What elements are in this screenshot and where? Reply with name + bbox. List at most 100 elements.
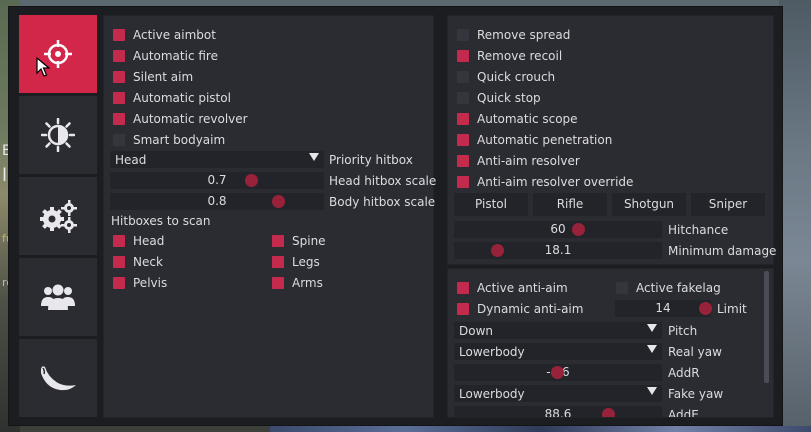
tab-aimbot[interactable] [19, 15, 97, 93]
shotgun-button[interactable]: Shotgun [612, 193, 686, 216]
checkbox-box[interactable] [457, 92, 469, 104]
dropdown-value: Lowerbody [459, 344, 525, 359]
tab-misc[interactable] [19, 177, 97, 255]
priority-hitbox-dropdown[interactable]: Head [110, 151, 324, 168]
chevron-down-icon [647, 387, 657, 395]
aimbot-panel: Active aimbot Automatic fire Silent aim … [103, 15, 436, 418]
real-yaw-dropdown[interactable]: Lowerbody [454, 343, 662, 360]
remove-recoil-checkbox[interactable]: Remove recoil [457, 47, 562, 65]
fake-yaw-dropdown[interactable]: Lowerbody [454, 385, 662, 402]
dropdown-value: Lowerbody [459, 386, 525, 401]
checkbox-box[interactable] [113, 235, 125, 247]
checkbox-box[interactable] [457, 303, 469, 315]
automatic-pistol-checkbox[interactable]: Automatic pistol [113, 89, 231, 107]
slider-knob[interactable] [272, 195, 285, 208]
dropdown-value: Head [115, 152, 147, 167]
hitbox-arms-checkbox[interactable]: Arms [272, 274, 323, 292]
checkbox-label: Automatic fire [133, 49, 218, 63]
real-yaw-label: Real yaw [668, 345, 722, 359]
slider-value: 60 [550, 222, 566, 236]
quick-stop-checkbox[interactable]: Quick stop [457, 89, 541, 107]
sniper-button[interactable]: Sniper [691, 193, 765, 216]
checkbox-box[interactable] [113, 50, 125, 62]
checkbox-box[interactable] [616, 282, 628, 294]
gears-icon [40, 200, 77, 233]
adde-slider[interactable]: 88.6 [454, 406, 662, 418]
hitchance-label: Hitchance [668, 223, 729, 237]
active-antiaim-checkbox[interactable]: Active anti-aim [457, 279, 568, 297]
limit-label: Limit [717, 302, 747, 316]
checkbox-box[interactable] [272, 277, 284, 289]
checkbox-box[interactable] [113, 71, 125, 83]
slider-knob[interactable] [602, 408, 615, 417]
checkbox-box[interactable] [272, 235, 284, 247]
checkbox-label: Dynamic anti-aim [477, 302, 584, 316]
silent-aim-checkbox[interactable]: Silent aim [113, 68, 193, 86]
checkbox-label: Head [133, 234, 165, 248]
fake-yaw-label: Fake yaw [668, 387, 724, 401]
slider-value: 0.8 [207, 194, 227, 208]
minimum-damage-slider[interactable]: 18.1 [454, 242, 662, 259]
hitbox-neck-checkbox[interactable]: Neck [113, 253, 163, 271]
checkbox-box[interactable] [457, 29, 469, 41]
hitbox-spine-checkbox[interactable]: Spine [272, 232, 326, 250]
users-icon [41, 284, 75, 310]
addr-slider[interactable]: -4.6 [454, 364, 662, 381]
checkbox-box[interactable] [113, 134, 125, 146]
automatic-scope-checkbox[interactable]: Automatic scope [457, 110, 578, 128]
slider-value: 88.6 [544, 407, 572, 418]
checkbox-box[interactable] [113, 256, 125, 268]
slider-knob[interactable] [572, 223, 585, 236]
automatic-fire-checkbox[interactable]: Automatic fire [113, 47, 218, 65]
hitchance-slider[interactable]: 60 [454, 221, 662, 238]
dynamic-antiaim-checkbox[interactable]: Dynamic anti-aim [457, 300, 583, 318]
checkbox-box[interactable] [113, 92, 125, 104]
checkbox-label: Quick crouch [477, 70, 556, 84]
hitbox-head-checkbox[interactable]: Head [113, 232, 164, 250]
checkbox-box[interactable] [457, 134, 469, 146]
checkbox-box[interactable] [113, 113, 125, 125]
accuracy-panel: Remove spread Remove recoil Quick crouch… [447, 15, 777, 265]
checkbox-box[interactable] [457, 282, 469, 294]
pitch-label: Pitch [668, 324, 698, 338]
remove-spread-checkbox[interactable]: Remove spread [457, 26, 570, 44]
automatic-penetration-checkbox[interactable]: Automatic penetration [457, 131, 612, 149]
checkbox-label: Spine [292, 234, 326, 248]
checkbox-box[interactable] [457, 50, 469, 62]
checkbox-label: Quick stop [477, 91, 541, 105]
slider-knob[interactable] [491, 244, 504, 257]
slider-knob[interactable] [245, 174, 258, 187]
smart-bodyaim-checkbox[interactable]: Smart bodyaim [113, 131, 225, 149]
panel-scrollbar[interactable] [764, 271, 769, 383]
fakelag-limit-slider[interactable]: 14 [615, 300, 712, 317]
checkbox-box[interactable] [457, 176, 469, 188]
antiaim-resolver-checkbox[interactable]: Anti-aim resolver [457, 152, 580, 170]
checkbox-box[interactable] [113, 29, 125, 41]
slider-knob[interactable] [551, 366, 564, 379]
active-aimbot-checkbox[interactable]: Active aimbot [113, 26, 216, 44]
quick-crouch-checkbox[interactable]: Quick crouch [457, 68, 555, 86]
pitch-dropdown[interactable]: Down [454, 322, 662, 339]
hitbox-pelvis-checkbox[interactable]: Pelvis [113, 274, 167, 292]
checkbox-label: Legs [292, 255, 320, 269]
minimum-damage-label: Minimum damage [668, 244, 777, 258]
tab-visuals[interactable] [19, 96, 97, 174]
checkbox-box[interactable] [457, 155, 469, 167]
head-hitbox-scale-slider[interactable]: 0.7 [110, 172, 324, 189]
active-fakelag-checkbox[interactable]: Active fakelag [616, 279, 721, 297]
rifle-button[interactable]: Rifle [533, 193, 607, 216]
dropdown-value: Down [459, 323, 494, 338]
tab-players[interactable] [19, 258, 97, 336]
body-hitbox-scale-slider[interactable]: 0.8 [110, 193, 324, 210]
checkbox-box[interactable] [113, 277, 125, 289]
antiaim-resolver-override-checkbox[interactable]: Anti-aim resolver override [457, 173, 633, 191]
pistol-button[interactable]: Pistol [454, 193, 528, 216]
slider-knob[interactable] [699, 302, 712, 315]
tab-skins[interactable] [19, 339, 97, 417]
checkbox-box[interactable] [272, 256, 284, 268]
checkbox-box[interactable] [457, 71, 469, 83]
cheat-menu-window: Active aimbot Automatic fire Silent aim … [8, 6, 783, 426]
automatic-revolver-checkbox[interactable]: Automatic revolver [113, 110, 248, 128]
hitbox-legs-checkbox[interactable]: Legs [272, 253, 320, 271]
checkbox-box[interactable] [457, 113, 469, 125]
